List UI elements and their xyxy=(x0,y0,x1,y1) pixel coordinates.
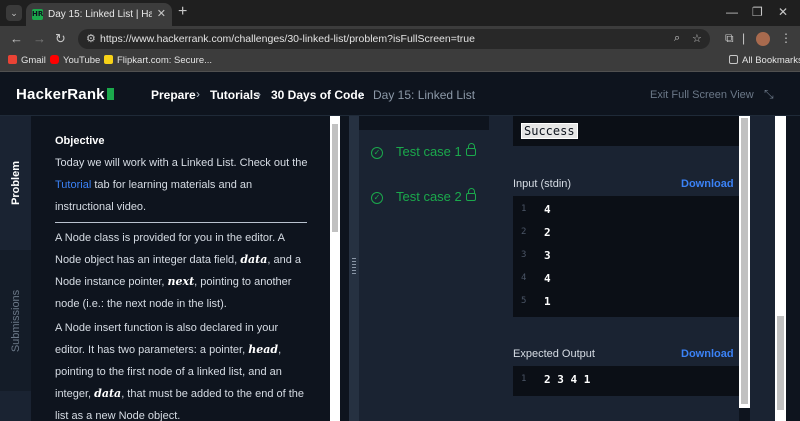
hackerrank-logo[interactable]: HackerRank xyxy=(16,86,114,103)
test-list-bg xyxy=(359,130,489,421)
bookmarks-bar: Gmail YouTube Flipkart.com: Secure... Al… xyxy=(0,52,800,72)
lock-icon xyxy=(466,143,476,156)
expected-output-label: Expected Output xyxy=(513,348,595,360)
bookmark-flipkart[interactable]: Flipkart.com: Secure... xyxy=(104,55,212,66)
site-header: HackerRank Prepare › Tutorials › 30 Days… xyxy=(0,72,800,116)
test-case-label: Test case 2 xyxy=(396,189,462,204)
lock-icon xyxy=(466,188,476,201)
tab-problem[interactable]: Problem xyxy=(0,116,31,250)
breadcrumb-30-days[interactable]: 30 Days of Code xyxy=(271,88,364,102)
output-panel: Success Input (stdin) Download 14 22 33 … xyxy=(489,116,739,421)
tab-close-icon[interactable]: ✕ xyxy=(157,7,166,20)
restore-icon[interactable]: ❐ xyxy=(752,5,763,19)
flipkart-icon xyxy=(104,55,113,64)
input-code-box: 14 22 33 44 51 xyxy=(513,196,739,317)
input-download-link[interactable]: Download xyxy=(681,178,734,190)
test-case-label: Test case 1 xyxy=(396,144,462,159)
check-circle-icon: ✓ xyxy=(371,147,383,159)
breadcrumb-tutorials[interactable]: Tutorials xyxy=(210,88,260,102)
bookmark-youtube[interactable]: YouTube xyxy=(50,55,100,66)
chevron-right-icon: › xyxy=(359,87,363,101)
menu-kebab-icon[interactable]: ⋮ xyxy=(780,31,792,45)
problem-panel: Objective Today we will work with a Link… xyxy=(31,116,330,421)
tab-problem-label: Problem xyxy=(9,160,22,206)
breadcrumb-current: Day 15: Linked List xyxy=(373,88,476,102)
site-info-icon[interactable]: ⚙ xyxy=(86,32,96,45)
var-next: next xyxy=(167,275,195,288)
section-divider xyxy=(55,222,307,223)
tab-submissions[interactable]: Submissions xyxy=(0,250,31,391)
gmail-icon xyxy=(8,55,17,64)
zoom-icon[interactable]: ⌕ xyxy=(674,32,680,45)
bookmark-star-icon[interactable]: ☆ xyxy=(692,32,702,45)
input-line: 14 xyxy=(521,203,551,216)
tab-submissions-label: Submissions xyxy=(9,289,22,352)
address-bar[interactable]: ⚙ https://www.hackerrank.com/challenges/… xyxy=(78,29,710,49)
browser-toolbar: ← → ↻ ⚙ https://www.hackerrank.com/chall… xyxy=(0,26,800,52)
extensions-puzzle-icon[interactable]: ⧉ xyxy=(725,31,734,46)
expected-download-link[interactable]: Download xyxy=(681,348,734,360)
minimize-icon[interactable]: — xyxy=(726,5,738,19)
breadcrumb-prepare[interactable]: Prepare xyxy=(151,88,196,102)
node-class-paragraph: A Node class is provided for you in the … xyxy=(55,232,301,310)
back-arrow-icon[interactable]: ← xyxy=(10,31,23,46)
all-bookmarks[interactable]: All Bookmarks xyxy=(729,55,800,66)
gap xyxy=(786,116,800,421)
var-head: head xyxy=(248,343,279,356)
gap xyxy=(340,116,349,421)
check-circle-icon: ✓ xyxy=(371,192,383,204)
exit-fullscreen-link[interactable]: Exit Full Screen View xyxy=(650,89,754,101)
chevron-right-icon: › xyxy=(257,87,261,101)
input-label: Input (stdin) xyxy=(513,178,572,190)
tab-search-button[interactable]: ⌄ xyxy=(6,5,22,21)
input-line: 33 xyxy=(521,249,551,262)
drag-handle-icon[interactable] xyxy=(352,258,356,276)
collapse-arrows-icon[interactable]: ⤡ xyxy=(764,87,774,102)
compiler-message-box: Success xyxy=(513,116,739,146)
page-scrollbar-thumb[interactable] xyxy=(777,316,784,410)
success-text: Success xyxy=(521,123,578,139)
input-line: 44 xyxy=(521,272,551,285)
objective-heading: Objective xyxy=(55,135,105,147)
gap xyxy=(750,116,775,421)
problem-scrollbar-thumb[interactable] xyxy=(332,124,338,232)
youtube-icon xyxy=(50,55,59,64)
side-tab-bar: Problem Submissions xyxy=(0,116,31,421)
tab-title: Day 15: Linked List | HackerRank xyxy=(48,9,152,20)
expected-code-box: 12 3 4 1 xyxy=(513,366,739,396)
folder-icon xyxy=(729,55,738,64)
forward-arrow-icon[interactable]: → xyxy=(33,31,46,46)
reload-icon[interactable]: ↻ xyxy=(55,31,66,47)
window-close-icon[interactable]: ✕ xyxy=(778,5,788,19)
new-tab-plus-icon[interactable]: + xyxy=(178,3,187,21)
output-inner-scrollbar-thumb[interactable] xyxy=(741,118,748,404)
browser-tab[interactable]: HR Day 15: Linked List | HackerRank ✕ xyxy=(26,3,172,26)
tutorial-link[interactable]: Tutorial xyxy=(55,179,91,191)
test-case-list: ✓ Test case 1 ✓ Test case 2 xyxy=(359,116,489,421)
logo-mark-icon xyxy=(106,88,114,100)
bookmark-gmail[interactable]: Gmail xyxy=(8,55,46,66)
url-text: https://www.hackerrank.com/challenges/30… xyxy=(100,33,475,45)
insert-function-paragraph: A Node insert function is also declared … xyxy=(55,322,305,421)
divider-icon: | xyxy=(742,31,746,45)
test-case-2[interactable]: ✓ Test case 2 xyxy=(359,185,489,215)
var-data-2: data xyxy=(94,387,122,400)
hackerrank-favicon-icon: HR xyxy=(32,9,44,20)
objective-intro: Today we will work with a Linked List. C… xyxy=(55,157,308,213)
input-line: 22 xyxy=(521,226,551,239)
profile-avatar[interactable] xyxy=(756,32,770,46)
var-data: data xyxy=(240,253,268,266)
browser-tab-bar: ⌄ HR Day 15: Linked List | HackerRank ✕ … xyxy=(0,0,800,26)
test-case-1[interactable]: ✓ Test case 1 xyxy=(359,140,489,170)
expected-line: 12 3 4 1 xyxy=(521,373,591,386)
input-line: 51 xyxy=(521,295,551,308)
chevron-right-icon: › xyxy=(196,87,200,101)
